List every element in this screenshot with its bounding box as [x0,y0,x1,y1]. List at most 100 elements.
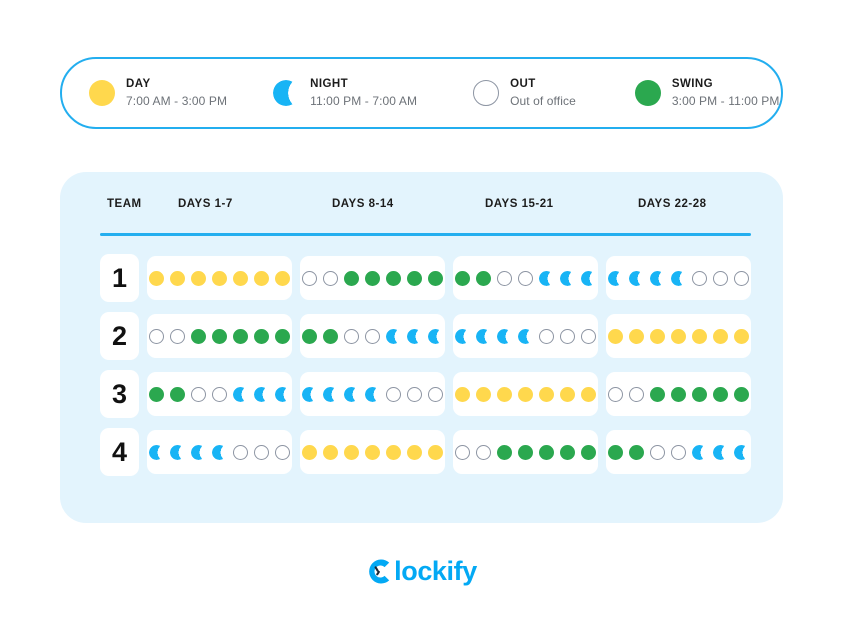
week-cell[interactable] [606,372,751,416]
out-of-office-marker [650,444,665,460]
day-shift-marker [734,328,749,344]
clockify-logo: lockify [0,558,843,585]
out-of-office-icon [473,79,500,106]
night-shift-marker [671,270,686,286]
day-shift-marker [539,386,554,402]
legend-item-night-title: NIGHT [310,78,349,91]
swing-shift-marker [497,444,512,460]
day-shift-marker [170,270,185,286]
night-shift-marker [365,386,380,402]
night-shift-marker [233,386,248,402]
out-of-office-marker [518,270,533,286]
legend-item-day-text: DAY 7:00 AM - 3:00 PM [126,77,227,109]
column-header-days-15-21: DAYS 15-21 [485,198,554,210]
week-cell[interactable] [147,430,292,474]
out-of-office-marker [560,328,575,344]
night-shift-marker [407,328,422,344]
day-shift-marker [428,444,443,460]
week-cell[interactable] [453,372,598,416]
team-number-badge: 4 [100,428,139,476]
day-shift-marker [713,328,728,344]
night-shift-marker [254,386,269,402]
week-cell[interactable] [453,314,598,358]
day-shift-marker [254,270,269,286]
night-shift-marker [497,328,512,344]
week-cell[interactable] [147,372,292,416]
table-row: 3 [100,370,751,418]
day-shift-marker [344,444,359,460]
day-shift-icon [89,79,115,106]
team-number-badge: 2 [100,312,139,360]
day-shift-marker [497,386,512,402]
column-header-team: TEAM [107,198,142,210]
week-cell[interactable] [606,256,751,300]
out-of-office-marker [302,270,317,286]
week-cell[interactable] [147,314,292,358]
night-shift-marker [191,444,206,460]
swing-shift-marker [386,270,401,286]
week-cell[interactable] [300,314,445,358]
week-cell[interactable] [300,256,445,300]
night-shift-marker [713,444,728,460]
legend-item-night-hours: 11:00 PM - 7:00 AM [310,94,418,109]
swing-shift-marker [581,444,596,460]
day-shift-marker [302,444,317,460]
day-shift-marker [233,270,248,286]
night-shift-marker [581,270,596,286]
out-of-office-marker [323,270,338,286]
out-of-office-marker [455,444,470,460]
team-number-badge: 3 [100,370,139,418]
week-cell[interactable] [606,314,751,358]
out-of-office-marker [365,328,380,344]
day-shift-marker [455,386,470,402]
week-cell[interactable] [453,256,598,300]
legend-item-day-hours: 7:00 AM - 3:00 PM [126,94,228,109]
swing-shift-marker [539,444,554,460]
night-shift-marker [608,270,623,286]
week-cell[interactable] [300,372,445,416]
out-of-office-marker [275,444,290,460]
week-cell[interactable] [300,430,445,474]
week-cell[interactable] [453,430,598,474]
out-of-office-marker [608,386,623,402]
day-shift-marker [560,386,575,402]
legend-item-swing-hours: 3:00 PM - 11:00 PM [671,94,780,109]
legend-item-day: DAY 7:00 AM - 3:00 PM [89,77,227,109]
column-header-days-8-14: DAYS 8-14 [332,198,394,210]
night-shift-marker [428,328,443,344]
legend-item-out-title: OUT [510,78,536,91]
column-header-days-1-7: DAYS 1-7 [178,198,233,210]
night-shift-marker [170,444,185,460]
legend-item-swing-text: SWING 3:00 PM - 11:00 PM [672,77,780,109]
out-of-office-marker [497,270,512,286]
week-cell[interactable] [147,256,292,300]
night-shift-marker [275,386,290,402]
day-shift-marker [518,386,533,402]
swing-shift-marker [254,328,269,344]
swing-shift-marker [170,386,185,402]
clockify-c-mark-icon [369,559,390,584]
night-shift-marker [323,386,338,402]
day-shift-marker [671,328,686,344]
day-shift-marker [407,444,422,460]
swing-shift-marker [149,386,164,402]
day-shift-marker [476,386,491,402]
column-header-days-22-28: DAYS 22-28 [638,198,707,210]
night-shift-marker [539,270,554,286]
night-shift-icon [273,79,300,106]
out-of-office-marker [212,386,227,402]
out-of-office-marker [428,386,443,402]
out-of-office-marker [407,386,422,402]
legend-item-out-description: Out of office [510,94,576,109]
schedule-column-headers: TEAM DAYS 1-7 DAYS 8-14 DAYS 15-21 DAYS … [100,198,751,234]
legend-item-day-title: DAY [126,78,151,91]
out-of-office-marker [692,270,707,286]
out-of-office-marker [629,386,644,402]
day-shift-marker [386,444,401,460]
night-shift-marker [734,444,749,460]
swing-shift-icon [634,79,661,106]
day-shift-marker [212,270,227,286]
week-cell[interactable] [606,430,751,474]
night-shift-marker [560,270,575,286]
out-of-office-marker [149,328,164,344]
